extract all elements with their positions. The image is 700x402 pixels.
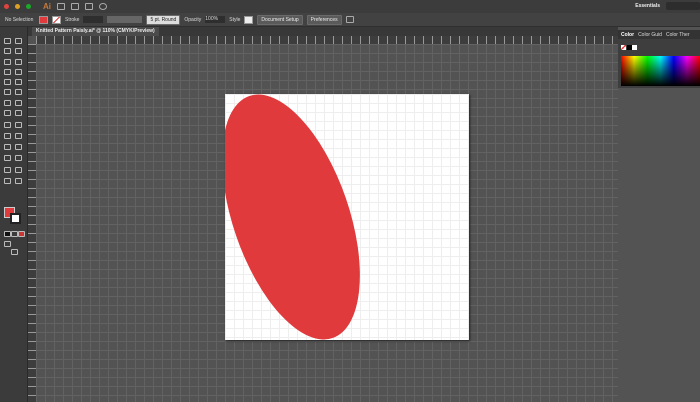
scale-tool-icon[interactable] xyxy=(15,100,22,106)
perspective-grid-tool-icon[interactable] xyxy=(15,122,22,128)
selection-status: No Selection xyxy=(5,16,34,23)
stroke-color-box[interactable] xyxy=(10,213,21,224)
artwork xyxy=(225,94,388,340)
none-swatch-icon[interactable] xyxy=(621,45,626,50)
paintbrush-tool-icon[interactable] xyxy=(15,79,22,85)
stock-icon[interactable] xyxy=(71,3,79,10)
width-tool-icon[interactable] xyxy=(4,110,11,116)
stroke-swatch[interactable] xyxy=(52,15,61,24)
blend-tool-icon[interactable] xyxy=(15,144,22,150)
direct-selection-tool-icon[interactable] xyxy=(15,38,22,44)
color-panel: Color Color Guid Color Ther xyxy=(618,30,700,88)
document-tab-bar: Knitted Pattern Paisly.ai* @ 110% (CMYK/… xyxy=(28,27,618,36)
opacity-label[interactable]: Opacity xyxy=(184,17,201,23)
style-label: Style xyxy=(229,16,241,23)
graphic-style-swatch[interactable] xyxy=(244,15,254,24)
brush-definition[interactable]: 5 pt. Round xyxy=(146,14,181,25)
arrange-documents-icon[interactable] xyxy=(85,3,93,10)
magic-wand-tool-icon[interactable] xyxy=(4,48,11,54)
rectangle-tool-icon[interactable] xyxy=(4,79,11,85)
none-mode-icon[interactable] xyxy=(18,231,25,237)
type-tool-icon[interactable] xyxy=(4,69,11,75)
red-ellipse[interactable] xyxy=(225,94,388,340)
mesh-tool-icon[interactable] xyxy=(4,133,11,139)
document-tab[interactable]: Knitted Pattern Paisly.ai* @ 110% (CMYK/… xyxy=(32,27,159,36)
curvature-tool-icon[interactable] xyxy=(15,59,22,65)
shaper-tool-icon[interactable] xyxy=(4,89,11,95)
opacity-input[interactable]: 100% xyxy=(205,16,226,23)
selection-tool-icon[interactable] xyxy=(4,38,11,44)
control-bar: No Selection Stroke 5 pt. Round Opacity … xyxy=(0,13,700,27)
minimize-window-button[interactable] xyxy=(15,4,20,9)
symbol-sprayer-tool-icon[interactable] xyxy=(4,155,11,161)
white-swatch[interactable] xyxy=(632,45,637,50)
screen-mode-icon[interactable] xyxy=(11,249,18,255)
preferences-button[interactable]: Preferences xyxy=(306,14,342,25)
search-input[interactable] xyxy=(666,2,700,10)
canvas[interactable] xyxy=(36,44,618,402)
color-mode-icon[interactable] xyxy=(4,231,11,237)
app-bar: Ai Essentials xyxy=(0,0,700,13)
line-tool-icon[interactable] xyxy=(15,69,22,75)
vertical-ruler xyxy=(28,44,36,402)
gradient-mode-icon[interactable] xyxy=(11,231,18,237)
column-graph-tool-icon[interactable] xyxy=(15,155,22,161)
stroke-label[interactable]: Stroke xyxy=(65,17,79,23)
app-logo: Ai xyxy=(43,2,51,11)
tab-color[interactable]: Color xyxy=(621,32,634,38)
document-setup-button[interactable]: Document Setup xyxy=(257,14,303,25)
tab-color-themes[interactable]: Color Ther xyxy=(666,32,690,38)
pen-tool-icon[interactable] xyxy=(4,59,11,65)
gradient-tool-icon[interactable] xyxy=(15,133,22,139)
lasso-tool-icon[interactable] xyxy=(15,48,22,54)
bridge-icon[interactable] xyxy=(57,3,65,10)
free-transform-tool-icon[interactable] xyxy=(15,110,22,116)
scissors-tool-icon[interactable] xyxy=(15,89,22,95)
close-window-button[interactable] xyxy=(4,4,9,9)
gpu-performance-icon[interactable] xyxy=(99,3,107,10)
fill-swatch[interactable] xyxy=(39,15,48,24)
color-spectrum[interactable] xyxy=(621,56,700,86)
eyedropper-tool-icon[interactable] xyxy=(4,144,11,150)
stroke-weight-input[interactable] xyxy=(83,16,104,23)
zoom-window-button[interactable] xyxy=(26,4,31,9)
horizontal-ruler xyxy=(36,36,618,44)
workspace-switcher[interactable]: Essentials xyxy=(635,3,660,9)
hand-tool-icon[interactable] xyxy=(4,178,11,184)
zoom-tool-icon[interactable] xyxy=(15,178,22,184)
artboard[interactable] xyxy=(225,94,469,340)
arrange-icon[interactable] xyxy=(345,16,354,23)
tab-color-guide[interactable]: Color Guid xyxy=(638,32,662,38)
variable-width-profile[interactable] xyxy=(107,16,143,23)
shape-builder-tool-icon[interactable] xyxy=(4,122,11,128)
rotate-tool-icon[interactable] xyxy=(4,100,11,106)
drawing-mode-icon[interactable] xyxy=(4,241,11,247)
artboard-tool-icon[interactable] xyxy=(4,167,11,173)
tools-panel xyxy=(0,27,28,402)
slice-tool-icon[interactable] xyxy=(15,167,22,173)
